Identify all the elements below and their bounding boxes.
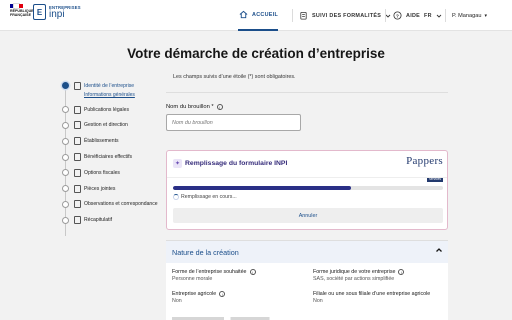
stepper: Identité de l’entreprise Informations gé… — [60, 78, 160, 236]
step-label: Identité de l’entreprise — [84, 82, 135, 89]
chat-icon — [74, 200, 81, 209]
progress-bar — [173, 186, 443, 190]
field-key: Forme de l’entreprise souhaitée — [172, 269, 247, 275]
step-label: Observations et correspondance — [84, 201, 158, 208]
building-icon — [74, 137, 81, 146]
field-key: Filiale ou une sous filiale d’une entrep… — [313, 291, 431, 297]
step-dot — [62, 216, 69, 224]
progress-status: Remplissage en cours... — [181, 194, 237, 200]
step-beneficiaires[interactable]: Bénéficiaires effectifs — [60, 149, 160, 165]
step-dot — [62, 121, 69, 129]
checklist-icon — [74, 216, 81, 225]
paperclip-icon — [74, 184, 81, 193]
calculator-icon — [74, 168, 81, 177]
field-value: SAS, société par actions simplifiée — [313, 276, 395, 282]
sparkle-icon: ✦ — [173, 159, 182, 168]
step-label: Gestion et direction — [84, 122, 128, 129]
field-filiale-agricole: Filiale ou une sous filiale d’une entrep… — [313, 291, 433, 304]
people-icon — [74, 121, 81, 130]
nav-home-label: ACCUEIL — [252, 11, 279, 18]
flag-icon — [10, 3, 23, 9]
nav-help[interactable]: ? AIDE — [392, 0, 420, 31]
inpi-logo[interactable]: E ENTREPRISES inpi — [33, 4, 81, 20]
field-forme-entreprise: Forme de l’entreprise souhaitée i Personn… — [172, 269, 256, 282]
step-identite[interactable]: Identité de l’entreprise Informations gé… — [60, 78, 160, 98]
republique-francaise-logo: RÉPUBLIQUE FRANÇAISE — [10, 3, 34, 17]
svg-text:?: ? — [395, 13, 398, 19]
field-value: Non — [172, 298, 182, 304]
step-options-fiscales[interactable]: Options fiscales — [60, 165, 160, 181]
language-selector[interactable]: FR — [424, 0, 444, 31]
draft-name-label: Nom du brouillon * i — [166, 104, 223, 110]
step-label: Récapitulatif — [84, 217, 113, 224]
step-recapitulatif[interactable]: Récapitulatif — [60, 212, 160, 228]
info-icon[interactable]: i — [216, 104, 223, 110]
clipboard-icon — [298, 11, 308, 21]
progress-fill — [173, 186, 352, 190]
nature-title: Nature de la création — [172, 248, 239, 257]
brand-main: inpi — [49, 8, 65, 20]
info-icon[interactable]: i — [249, 269, 256, 275]
spinner-icon — [173, 194, 179, 200]
user-icon — [74, 153, 81, 162]
help-icon: ? — [392, 11, 402, 21]
field-key: Forme juridique de votre entreprise — [313, 269, 396, 275]
substep-informations-generales[interactable]: Informations générales — [84, 92, 135, 98]
user-menu[interactable]: P. Managau ▾ — [452, 0, 487, 31]
nav-help-label: AIDE — [406, 12, 421, 19]
field-value: Non — [313, 298, 323, 304]
user-name: P. Managau — [452, 12, 482, 19]
step-gestion[interactable]: Gestion et direction — [60, 118, 160, 134]
field-forme-juridique: Forme juridique de votre entreprise i SAS… — [313, 269, 405, 282]
step-pieces-jointes[interactable]: Pièces jointes — [60, 181, 160, 197]
cancel-button[interactable]: Annuler — [173, 208, 443, 223]
step-dot — [62, 200, 69, 208]
nature-accordion-header[interactable]: Nature de la création — [166, 241, 448, 263]
pappers-brand: Pappers — [406, 155, 443, 167]
nav-tracking-label: SUIVI DES FORMALITÉS — [312, 12, 382, 19]
step-observations[interactable]: Observations et correspondance — [60, 197, 160, 213]
nature-creation-section: Nature de la création Forme de l’entrepr… — [166, 240, 448, 320]
step-dot — [62, 106, 69, 114]
chevron-down-icon — [434, 11, 444, 21]
language-label: FR — [424, 12, 432, 19]
pappers-logo: Pappers services — [406, 155, 443, 185]
chevron-down-icon: ▾ — [484, 12, 487, 19]
home-icon — [238, 10, 248, 20]
step-label: Options fiscales — [84, 169, 120, 176]
step-label: Bénéficiaires effectifs — [84, 154, 133, 161]
step-dot — [62, 185, 69, 193]
step-publications[interactable]: Publications légales — [60, 102, 160, 118]
document-icon — [74, 81, 81, 90]
field-value: Personne morale — [172, 276, 213, 282]
step-dot — [62, 137, 69, 145]
autofill-card: ✦ Remplissage du formulaire INPI Pappers… — [166, 150, 448, 230]
nav-tracking[interactable]: SUIVI DES FORMALITÉS — [298, 0, 393, 31]
rf-logo-text: RÉPUBLIQUE FRANÇAISE — [10, 9, 34, 17]
draft-name-label-text: Nom du brouillon * — [166, 104, 214, 110]
autofill-title: Remplissage du formulaire INPI — [185, 160, 288, 167]
inpi-mark-icon: E — [33, 4, 46, 20]
field-key: Entreprise agricole — [172, 291, 217, 297]
step-dot — [62, 153, 69, 161]
step-label: Établissements — [84, 138, 119, 145]
required-fields-note: Les champs suivis d’une étoile (*) sont … — [173, 74, 296, 80]
info-icon[interactable]: i — [398, 269, 405, 275]
nav-home[interactable]: ACCUEIL — [238, 0, 279, 31]
step-dot — [62, 82, 69, 90]
divider — [166, 92, 448, 93]
info-icon[interactable]: i — [219, 291, 226, 297]
draft-name-input[interactable] — [166, 114, 301, 131]
step-label: Pièces jointes — [84, 185, 116, 192]
top-header: RÉPUBLIQUE FRANÇAISE E ENTREPRISES inpi … — [0, 0, 512, 31]
page-title: Votre démarche de création d’entreprise — [127, 46, 385, 61]
step-etablissements[interactable]: Établissements — [60, 133, 160, 149]
step-dot — [62, 169, 69, 177]
field-entreprise-agricole: Entreprise agricole i Non — [172, 291, 226, 304]
chevron-up-icon[interactable] — [435, 246, 443, 256]
newspaper-icon — [74, 105, 81, 114]
step-label: Publications légales — [84, 106, 130, 113]
